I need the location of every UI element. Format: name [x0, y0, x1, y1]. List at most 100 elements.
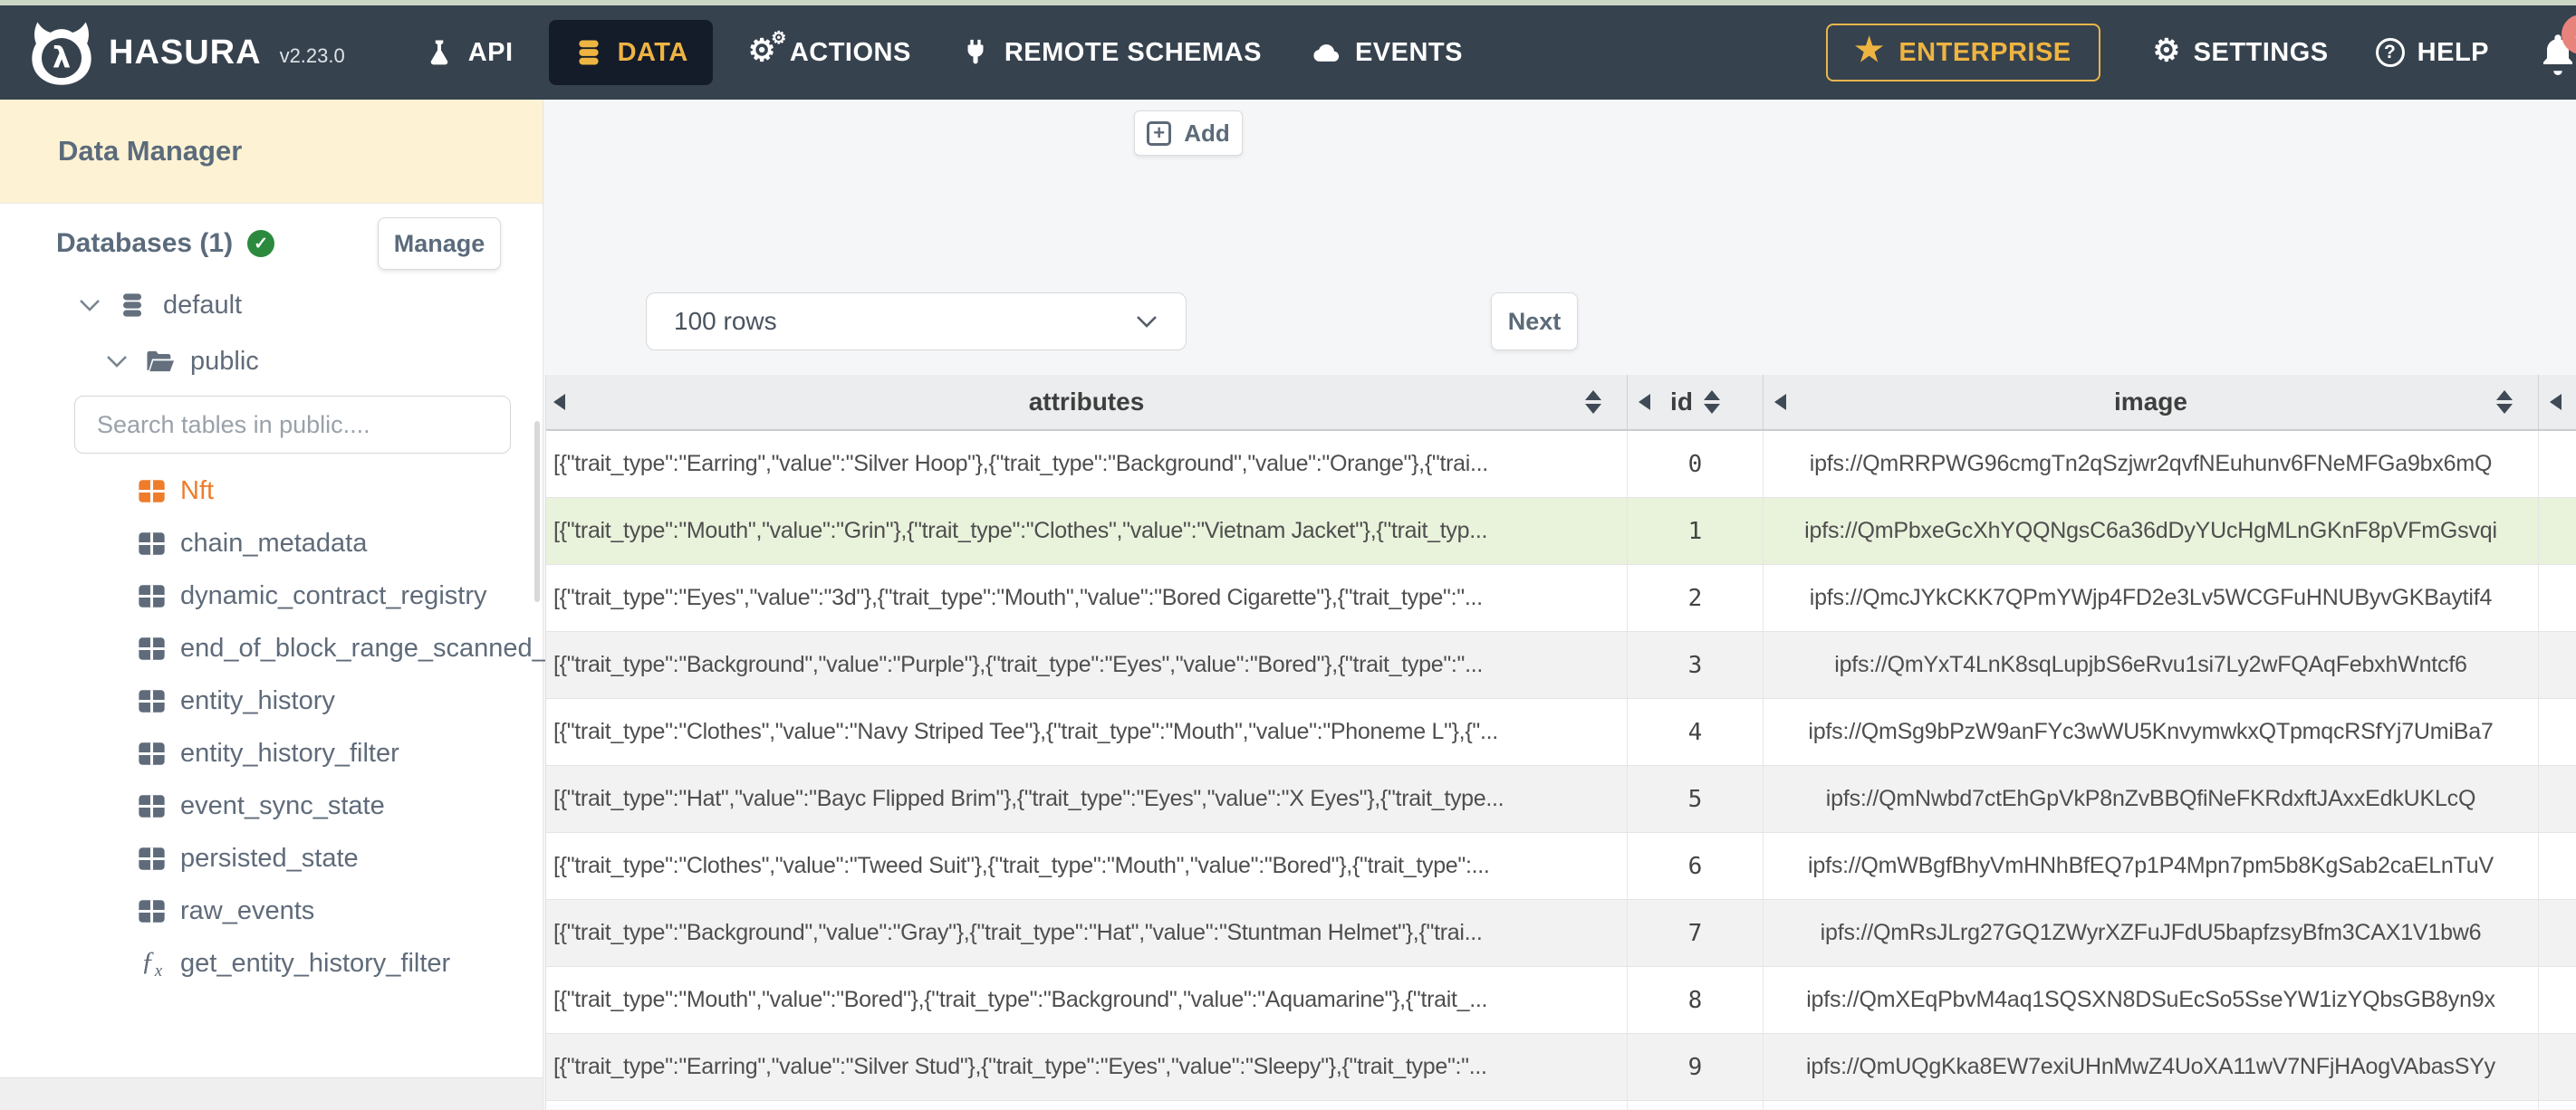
nav-item-label: ACTIONS: [789, 37, 911, 67]
table-row[interactable]: [{"trait_type":"Mouth","value":"Bored"},…: [546, 967, 2576, 1034]
enterprise-label: ENTERPRISE: [1898, 37, 2071, 67]
sidebar-table-label: chain_metadata: [180, 528, 368, 558]
sidebar-table-label: dynamic_contract_registry: [180, 580, 487, 610]
sidebar-scrollbar[interactable]: [534, 421, 540, 602]
sidebar-title: Data Manager: [0, 100, 543, 204]
sql-section-label[interactable]: SQL: [86, 1105, 142, 1110]
cell-attributes[interactable]: [{"trait_type":"Clothes","value":"Navy S…: [546, 699, 1628, 765]
table-row[interactable]: [{"trait_type":"Background","value":"Gra…: [546, 900, 2576, 967]
cell-image[interactable]: ipfs://QmRRPWG96cmgTn2qSzjwr2qvfNEuhunv6…: [1764, 431, 2539, 497]
sort-icon[interactable]: [1703, 390, 1720, 414]
cell-id[interactable]: 9: [1628, 1034, 1764, 1100]
nav-item-data[interactable]: DATA: [548, 20, 713, 85]
hasura-logo-icon[interactable]: λ: [27, 18, 96, 87]
sidebar-table-label: entity_history_filter: [180, 738, 399, 768]
column-header-id[interactable]: id: [1628, 375, 1764, 429]
cell-attributes[interactable]: [{"trait_type":"Earring","value":"Silver…: [546, 431, 1628, 497]
cell-attributes[interactable]: [{"trait_type":"Background","value":"Gra…: [546, 900, 1628, 966]
notifications-button[interactable]: 8: [2536, 14, 2576, 76]
collapse-column-icon[interactable]: [2550, 394, 2562, 410]
next-page-button[interactable]: Next: [1491, 292, 1578, 350]
cell-id[interactable]: 0: [1628, 431, 1764, 497]
nav-item-actions[interactable]: ⚙ ⚙ ACTIONS: [724, 5, 936, 100]
collapse-column-icon[interactable]: [553, 394, 565, 410]
cell-attributes[interactable]: [{"trait_type":"Eyes","value":"3d"},{"tr…: [546, 565, 1628, 631]
enterprise-button[interactable]: ★ ENTERPRISE: [1825, 24, 2100, 81]
nav-item-events[interactable]: EVENTS: [1286, 5, 1487, 100]
nav-item-remote-schemas[interactable]: REMOTE SCHEMAS: [936, 5, 1286, 100]
cell-image[interactable]: ipfs://QmRsJLrg27GQ1ZWyrXZFuJFdU5bapfzsy…: [1764, 900, 2539, 966]
cell-image[interactable]: ipfs://QmPbxeGcXhYQQNgsC6a36dDyYUcHgMLnG…: [1764, 498, 2539, 564]
table-row[interactable]: [{"trait_type":"Earring","value":"Silver…: [546, 431, 2576, 498]
cell-image[interactable]: ipfs://QmWBgfBhyVmHNhBfEQ7p1P4Mpn7pm5b8K…: [1764, 833, 2539, 899]
cell-id[interactable]: 7: [1628, 900, 1764, 966]
cell-id[interactable]: 4: [1628, 699, 1764, 765]
sidebar-table-label: end_of_block_range_scanned_data: [180, 633, 599, 663]
sidebar-table-item[interactable]: end_of_block_range_scanned_data: [0, 622, 598, 675]
cell-attributes[interactable]: [{"trait_type":"Mouth","value":"Bored"},…: [546, 967, 1628, 1033]
column-header-clipped[interactable]: [2539, 375, 2576, 429]
table-row[interactable]: [{"trait_type":"Background","value":"Pur…: [546, 632, 2576, 699]
collapse-column-icon[interactable]: [1774, 394, 1786, 410]
nav-item-api[interactable]: API: [399, 5, 538, 100]
nav-item-label: DATA: [617, 37, 688, 67]
cell-id[interactable]: 1: [1628, 498, 1764, 564]
sidebar-table-item[interactable]: Nft: [0, 464, 543, 517]
cell-id[interactable]: 3: [1628, 632, 1764, 698]
cell-attributes[interactable]: [{"trait_type":"Earring","value":"Silver…: [546, 1034, 1628, 1100]
cell-id[interactable]: 6: [1628, 833, 1764, 899]
add-row-button[interactable]: + Add: [1134, 110, 1243, 156]
table-row[interactable]: [{"trait_type":"Hat","value":"Bayc Flipp…: [546, 766, 2576, 833]
sidebar-table-item[interactable]: dynamic_contract_registry: [0, 569, 543, 622]
cell-image[interactable]: ipfs://QmSg9bPzW9anFYc3wWU5KnvymwkxQTpmq…: [1764, 699, 2539, 765]
table-row[interactable]: [{"trait_type":"Eyes","value":"3d"},{"tr…: [546, 565, 2576, 632]
manage-button[interactable]: Manage: [378, 217, 501, 270]
cell-attributes[interactable]: [{"trait_type":"Background","value":"Pur…: [546, 632, 1628, 698]
rows-per-page-select[interactable]: 100 rows: [646, 292, 1187, 350]
column-title: id: [1670, 388, 1693, 416]
cell-image[interactable]: ipfs://QmYxT4LnK8sqLupjbS6eRvu1si7Ly2wFQ…: [1764, 632, 2539, 698]
cell-extra: [2539, 766, 2576, 832]
sidebar-function-item[interactable]: ƒx get_entity_history_filter: [0, 937, 543, 990]
cell-attributes[interactable]: [{"trait_type":"Mouth","value":"Grin"},{…: [546, 498, 1628, 564]
tree-node-database[interactable]: default: [78, 279, 242, 331]
cell-image[interactable]: ipfs://QmNwbd7ctEhGpVkP8nZvBBQfiNeFKRdxf…: [1764, 766, 2539, 832]
sidebar-table-item[interactable]: entity_history_filter: [0, 727, 543, 780]
brand-title: HASURA: [109, 33, 262, 72]
sidebar-table-item[interactable]: entity_history: [0, 675, 543, 727]
column-title: attributes: [1028, 388, 1145, 416]
cell-attributes[interactable]: [{"trait_type":"Clothes","value":"Tweed …: [546, 833, 1628, 899]
table-row[interactable]: [{"trait_type":"Mouth","value":"Grin"},{…: [546, 498, 2576, 565]
column-header-attributes[interactable]: attributes: [546, 375, 1628, 429]
help-button[interactable]: ? HELP: [2375, 38, 2489, 68]
cell-partial: [546, 1101, 1628, 1109]
sort-icon[interactable]: [1585, 390, 1601, 414]
sidebar-table-item[interactable]: event_sync_state: [0, 780, 543, 832]
cell-attributes[interactable]: [{"trait_type":"Hat","value":"Bayc Flipp…: [546, 766, 1628, 832]
sidebar-table-item[interactable]: persisted_state: [0, 832, 543, 885]
sidebar-table-item[interactable]: raw_events: [0, 885, 543, 937]
help-icon: ?: [2375, 38, 2405, 67]
column-header-image[interactable]: image: [1764, 375, 2539, 429]
table-row[interactable]: [{"trait_type":"Clothes","value":"Tweed …: [546, 833, 2576, 900]
svg-text:λ: λ: [53, 41, 71, 75]
chevron-down-icon: [107, 356, 127, 368]
tree-node-schema[interactable]: public: [105, 335, 259, 388]
database-icon: [578, 40, 599, 65]
grid-body: [{"trait_type":"Earring","value":"Silver…: [546, 431, 2576, 1101]
cell-image[interactable]: ipfs://QmXEqPbvM4aq1SQSXN8DSuEcSo5SseYW1…: [1764, 967, 2539, 1033]
cell-image[interactable]: ipfs://QmcJYkCKK7QPmYWjp4FD2e3Lv5WCGFuHN…: [1764, 565, 2539, 631]
sidebar-table-item[interactable]: chain_metadata: [0, 517, 543, 569]
cell-extra: [2539, 1034, 2576, 1100]
table-row[interactable]: [{"trait_type":"Clothes","value":"Navy S…: [546, 699, 2576, 766]
table-row[interactable]: [{"trait_type":"Earring","value":"Silver…: [546, 1034, 2576, 1101]
sort-icon[interactable]: [2496, 390, 2513, 414]
cell-image[interactable]: ipfs://QmUQgKka8EW7exiUHnMwZ4UoXA11wV7NF…: [1764, 1034, 2539, 1100]
cell-id[interactable]: 5: [1628, 766, 1764, 832]
settings-button[interactable]: ⚙ SETTINGS: [2153, 35, 2329, 68]
cell-id[interactable]: 2: [1628, 565, 1764, 631]
collapse-column-icon[interactable]: [1639, 394, 1650, 410]
cell-id[interactable]: 8: [1628, 967, 1764, 1033]
nav-right: ★ ENTERPRISE ⚙ SETTINGS ? HELP 8: [1825, 14, 2576, 81]
search-tables-input[interactable]: [74, 396, 511, 454]
